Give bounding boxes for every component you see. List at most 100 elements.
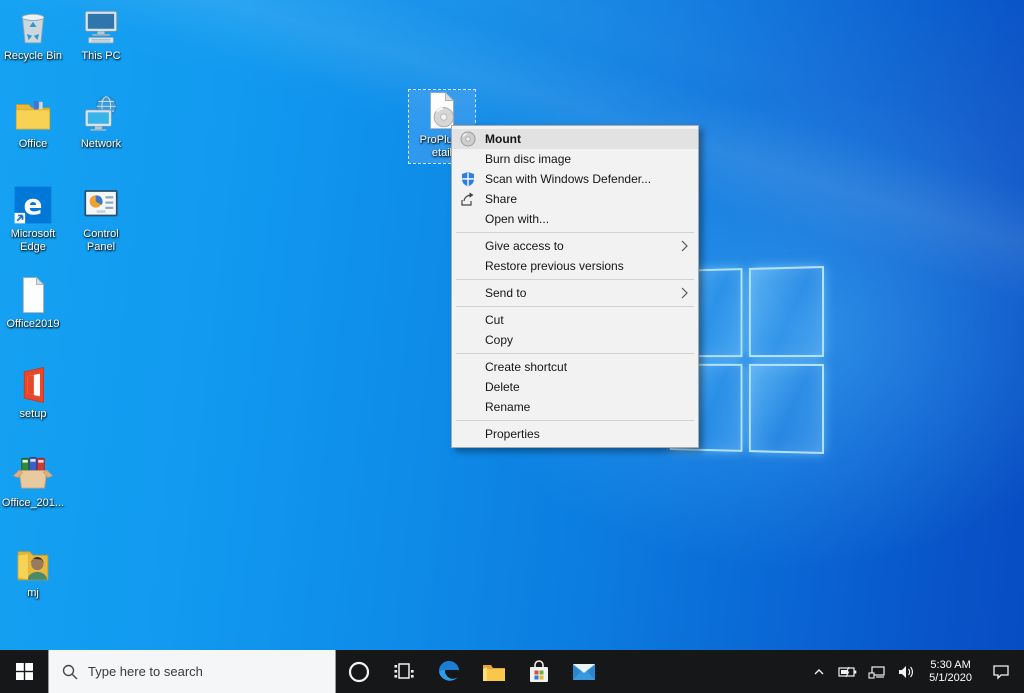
clock-time: 5:30 AM (929, 659, 972, 672)
taskbar-task-view-button[interactable] (381, 650, 426, 693)
desktop-icon-control-panel[interactable]: Control Panel (68, 184, 134, 254)
menu-item-properties[interactable]: Properties (452, 424, 698, 444)
taskbar-mail-button[interactable] (561, 650, 606, 693)
desktop-icon-label: Microsoft Edge (0, 228, 66, 254)
disc-icon (460, 131, 476, 147)
tray-volume-button[interactable] (895, 665, 917, 679)
taskbar-store-button[interactable] (516, 650, 561, 693)
menu-item-label: Copy (485, 333, 513, 347)
menu-item-burn-disc-image[interactable]: Burn disc image (452, 149, 698, 169)
menu-item-share[interactable]: Share (452, 189, 698, 209)
menu-item-send-to[interactable]: Send to (452, 283, 698, 303)
chevron-up-icon (812, 665, 826, 679)
file-explorer-icon (481, 659, 507, 685)
search-icon (62, 664, 78, 680)
software-box-icon (11, 453, 55, 495)
menu-item-label: Open with... (485, 212, 549, 226)
menu-item-label: Send to (485, 286, 526, 300)
desktop-icon-label: mj (0, 587, 66, 600)
menu-item-open-with[interactable]: Open with... (452, 209, 698, 229)
volume-icon (897, 665, 915, 679)
search-input[interactable]: Type here to search (48, 650, 336, 693)
windows-start-icon (16, 663, 33, 680)
clock-date: 5/1/2020 (929, 672, 972, 685)
menu-separator (456, 420, 694, 421)
desktop-icon-label: Office_201... (0, 497, 66, 510)
menu-item-scan-with-windows-defender[interactable]: Scan with Windows Defender... (452, 169, 698, 189)
battery-icon (837, 665, 857, 679)
taskbar: Type here to search (0, 650, 1024, 693)
network-icon (868, 665, 886, 679)
desktop-icon-office[interactable]: Office (0, 94, 66, 151)
menu-item-rename[interactable]: Rename (452, 397, 698, 417)
svg-text:e: e (24, 188, 43, 221)
start-button[interactable] (0, 650, 48, 693)
menu-item-label: Create shortcut (485, 360, 567, 374)
document-icon (11, 274, 55, 316)
desktop-icon-label: Office (0, 138, 66, 151)
desktop-icon-label: Office2019 (0, 318, 66, 331)
defender-shield-icon (460, 171, 476, 187)
menu-separator (456, 232, 694, 233)
cortana-icon (347, 660, 371, 684)
menu-item-label: Cut (485, 313, 504, 327)
menu-separator (456, 279, 694, 280)
menu-item-cut[interactable]: Cut (452, 310, 698, 330)
desktop-icon-this-pc[interactable]: This PC (68, 6, 134, 63)
menu-item-label: Properties (485, 427, 540, 441)
desktop-icon-label: This PC (68, 50, 134, 63)
action-center-button[interactable] (984, 664, 1018, 680)
desktop-icon-setup[interactable]: setup (0, 364, 66, 421)
edge-tile-icon: e (11, 184, 55, 226)
taskbar-cortana-button[interactable] (336, 650, 381, 693)
desktop-icon-label: setup (0, 408, 66, 421)
menu-item-create-shortcut[interactable]: Create shortcut (452, 357, 698, 377)
taskbar-file-explorer-button[interactable] (471, 650, 516, 693)
share-icon (460, 191, 476, 207)
submenu-chevron-icon (681, 287, 688, 299)
tray-show-hidden-icons-button[interactable] (810, 665, 828, 679)
system-tray: 5:30 AM 5/1/2020 (810, 650, 1024, 693)
tray-battery-button[interactable] (835, 665, 859, 679)
store-icon (527, 660, 551, 684)
this-pc-icon (79, 6, 123, 48)
menu-item-delete[interactable]: Delete (452, 377, 698, 397)
tray-network-button[interactable] (866, 665, 888, 679)
recycle-bin-icon (11, 6, 55, 48)
submenu-chevron-icon (681, 240, 688, 252)
menu-item-label: Give access to (485, 239, 564, 253)
menu-item-give-access-to[interactable]: Give access to (452, 236, 698, 256)
desktop-icon-network[interactable]: Network (68, 94, 134, 151)
menu-item-label: Mount (485, 132, 521, 146)
desktop-icon-office-box[interactable]: Office_201... (0, 453, 66, 510)
desktop-icon-label: Control Panel (68, 228, 134, 254)
search-placeholder: Type here to search (88, 664, 203, 679)
menu-item-label: Burn disc image (485, 152, 571, 166)
control-panel-icon (79, 184, 123, 226)
menu-item-label: Scan with Windows Defender... (485, 172, 651, 186)
menu-separator (456, 306, 694, 307)
tray-clock[interactable]: 5:30 AM 5/1/2020 (924, 659, 977, 685)
menu-item-restore-previous-versions[interactable]: Restore previous versions (452, 256, 698, 276)
edge-icon (435, 658, 463, 686)
desktop-icon-label: Network (68, 138, 134, 151)
desktop-icon-label: Recycle Bin (0, 50, 66, 63)
menu-item-copy[interactable]: Copy (452, 330, 698, 350)
folder-icon (11, 94, 55, 136)
menu-item-label: Rename (485, 400, 530, 414)
action-center-icon (992, 664, 1010, 680)
desktop-icon-office2019[interactable]: Office2019 (0, 274, 66, 331)
taskbar-edge-button[interactable] (426, 650, 471, 693)
menu-item-label: Share (485, 192, 517, 206)
desktop-icon-microsoft-edge[interactable]: e Microsoft Edge (0, 184, 66, 254)
context-menu: Mount Burn disc image Scan with Windows … (451, 125, 699, 448)
task-view-icon (392, 660, 416, 684)
desktop-icon-recycle-bin[interactable]: Recycle Bin (0, 6, 66, 63)
menu-separator (456, 353, 694, 354)
menu-item-mount[interactable]: Mount (452, 129, 698, 149)
network-globe-icon (79, 94, 123, 136)
desktop-icon-mj[interactable]: mj (0, 543, 66, 600)
office-setup-icon (11, 364, 55, 406)
mail-icon (571, 659, 597, 685)
menu-item-label: Restore previous versions (485, 259, 624, 273)
